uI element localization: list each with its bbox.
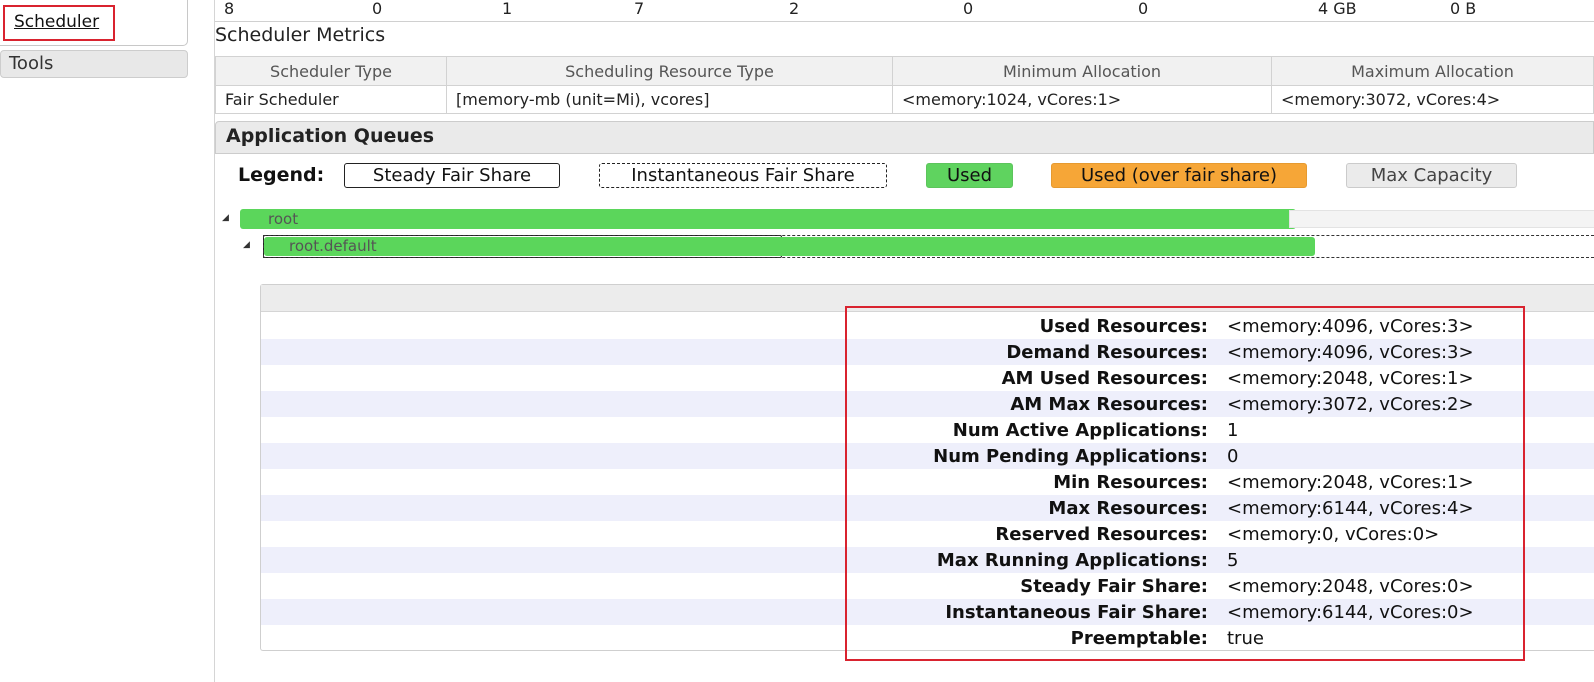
legend-used: Used [926,163,1013,188]
legend-instantaneous-fair-share: Instantaneous Fair Share [599,163,887,188]
detail-row: Preemptable: true [261,625,1594,651]
detail-value: <memory:2048, vCores:1> [1227,368,1474,389]
detail-row: Used Resources: <memory:4096, vCores:3> [261,313,1594,339]
detail-row: Min Resources: <memory:2048, vCores:1> [261,469,1594,495]
sidebar-scheduler-section: Scheduler [0,0,188,46]
sidebar-item-tools[interactable]: Tools [0,50,188,78]
legend-max-capacity: Max Capacity [1346,163,1517,188]
detail-label: AM Max Resources: [1010,394,1208,415]
detail-value: <memory:4096, vCores:3> [1227,316,1474,337]
column-header[interactable]: Scheduler Type [215,56,447,86]
table-cell: [memory-mb (unit=Mi), vcores] [446,85,893,114]
queue-bar-root-default[interactable]: root.default [263,235,1594,258]
cluster-metrics-row: 8 0 1 7 2 0 0 4 GB 0 B [215,0,1594,22]
column-header[interactable]: Minimum Allocation [892,56,1272,86]
detail-value: <memory:4096, vCores:3> [1227,342,1474,363]
detail-value: 5 [1227,550,1239,571]
detail-label: Max Resources: [1048,498,1208,519]
detail-row: Reserved Resources: <memory:0, vCores:0> [261,521,1594,547]
collapse-triangle-icon[interactable]: ◢ [222,213,229,223]
scheduler-metrics-table: Scheduler Type Scheduling Resource Type … [215,56,1594,114]
detail-row: Demand Resources: <memory:4096, vCores:3> [261,339,1594,365]
legend-used-over-fair-share: Used (over fair share) [1051,163,1307,188]
cluster-metric-value: 0 [963,0,974,18]
detail-label: Num Pending Applications: [933,446,1208,467]
detail-value: <memory:2048, vCores:1> [1227,472,1474,493]
scheduler-metrics-title: Scheduler Metrics [215,24,386,46]
detail-value: <memory:3072, vCores:2> [1227,394,1474,415]
detail-row: Num Pending Applications: 0 [261,443,1594,469]
collapse-triangle-icon[interactable]: ◢ [243,240,250,250]
column-header[interactable]: Maximum Allocation [1271,56,1594,86]
detail-label: Demand Resources: [1006,342,1208,363]
detail-label: Reserved Resources: [995,524,1208,545]
detail-row: Instantaneous Fair Share: <memory:6144, v… [261,599,1594,625]
detail-value: <memory:0, vCores:0> [1227,524,1440,545]
detail-row: Max Resources: <memory:6144, vCores:4> [261,495,1594,521]
detail-row: AM Max Resources: <memory:3072, vCores:2> [261,391,1594,417]
detail-value: <memory:6144, vCores:4> [1227,498,1474,519]
detail-value: <memory:2048, vCores:0> [1227,576,1474,597]
detail-row: Steady Fair Share: <memory:2048, vCores:0… [261,573,1594,599]
detail-label: Preemptable: [1070,628,1208,649]
queue-name: root [268,210,299,228]
queue-details-panel: Used Resources: <memory:4096, vCores:3> De… [260,284,1594,651]
queue-used-bar [264,237,1315,256]
cluster-metric-value: 7 [634,0,645,18]
detail-label: AM Used Resources: [1001,368,1208,389]
detail-value: true [1227,628,1264,649]
detail-value: <memory:6144, vCores:0> [1227,602,1474,623]
detail-value: 0 [1227,446,1239,467]
detail-label: Steady Fair Share: [1020,576,1208,597]
detail-label: Min Resources: [1053,472,1208,493]
table-row: Fair Scheduler [memory-mb (unit=Mi), vco… [215,85,1594,114]
detail-value: 1 [1227,420,1239,441]
sidebar: Scheduler Tools [0,0,190,682]
legend-steady-fair-share: Steady Fair Share [344,163,560,188]
detail-label: Used Resources: [1039,316,1208,337]
queue-bar-root[interactable]: root [240,209,1594,231]
cluster-metric-value: 1 [502,0,513,18]
queue-details-list: Used Resources: <memory:4096, vCores:3> De… [261,313,1594,651]
table-cell: <memory:1024, vCores:1> [892,85,1272,114]
detail-label: Num Active Applications: [952,420,1208,441]
cluster-metric-value: 0 [1138,0,1149,18]
table-cell: Fair Scheduler [215,85,447,114]
queue-max-capacity-bar [1289,210,1594,228]
table-cell: <memory:3072, vCores:4> [1271,85,1594,114]
cluster-metric-value: 2 [789,0,800,18]
queue-used-bar [240,209,1296,229]
legend-label: Legend: [238,164,325,186]
cluster-metric-value: 0 [372,0,383,18]
detail-label: Instantaneous Fair Share: [945,602,1208,623]
queue-name: root.default [289,237,377,255]
detail-label: Max Running Applications: [936,550,1208,571]
queue-details-header [261,285,1594,312]
column-header[interactable]: Scheduling Resource Type [446,56,893,86]
cluster-metric-value: 4 GB [1318,0,1357,18]
scheduler-link[interactable]: Scheduler [3,5,115,41]
detail-row: AM Used Resources: <memory:2048, vCores:1… [261,365,1594,391]
application-queues-header: Application Queues [215,121,1594,154]
cluster-metric-value: 0 B [1450,0,1477,18]
detail-row: Num Active Applications: 1 [261,417,1594,443]
cluster-metric-value: 8 [224,0,235,18]
detail-row: Max Running Applications: 5 [261,547,1594,573]
